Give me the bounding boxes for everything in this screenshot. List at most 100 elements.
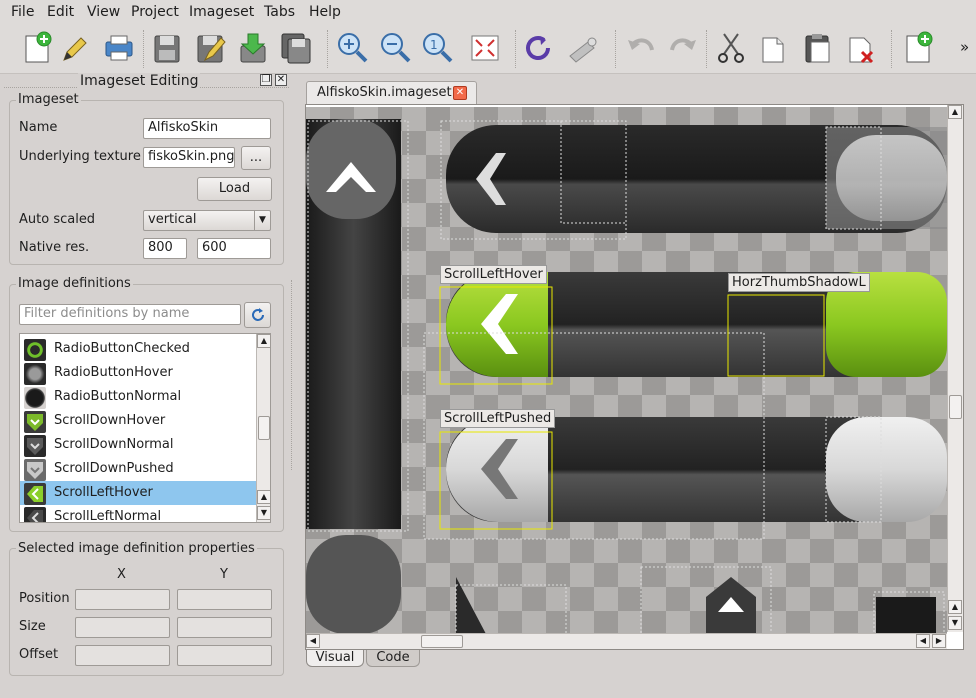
imageset-canvas[interactable]: ScrollLeftHover HorzThumbShadowL ScrollL…: [306, 107, 947, 634]
save-all-icon[interactable]: [279, 30, 313, 66]
label-horz-thumb: HorzThumbShadowL: [728, 273, 870, 292]
scroll-up-icon[interactable]: ▲: [257, 490, 270, 504]
delete-icon[interactable]: [844, 30, 878, 66]
list-item[interactable]: ScrollLeftNormal: [20, 505, 256, 522]
definitions-group-title: Image definitions: [16, 276, 133, 291]
tab-visual[interactable]: Visual: [306, 650, 364, 667]
tab-close-icon[interactable]: ✕: [453, 86, 467, 100]
scroll-left-icon[interactable]: ◀: [306, 634, 320, 648]
scroll-down-normal-icon: [24, 435, 46, 457]
dock-splitter[interactable]: [291, 280, 293, 470]
menu-view[interactable]: View: [87, 4, 120, 20]
menu-edit[interactable]: Edit: [47, 4, 74, 20]
menu-tabs[interactable]: Tabs: [264, 4, 295, 20]
filter-input[interactable]: Filter definitions by name: [19, 304, 241, 325]
col-y-header: Y: [220, 567, 228, 582]
canvas-hscroll-thumb[interactable]: [421, 635, 463, 648]
scroll-up-icon[interactable]: ▲: [257, 334, 270, 348]
offset-x-field[interactable]: [75, 645, 170, 666]
autoscaled-value: vertical: [148, 212, 197, 227]
offset-label: Offset: [19, 647, 59, 662]
zoom-out-icon[interactable]: [378, 30, 412, 66]
offset-y-field[interactable]: [177, 645, 272, 666]
list-item[interactable]: ScrollDownNormal: [20, 433, 256, 457]
texture-field[interactable]: fiskoSkin.png: [143, 147, 235, 168]
list-scrollbar[interactable]: ▲ ▲ ▼: [256, 334, 270, 522]
list-scroll-thumb[interactable]: [258, 416, 270, 440]
list-item[interactable]: RadioButtonChecked: [20, 337, 256, 361]
refresh-icon[interactable]: [522, 30, 556, 66]
dock-close-icon[interactable]: ✕: [275, 74, 287, 86]
autoscaled-select[interactable]: vertical ▼: [143, 210, 271, 231]
native-res-label: Native res.: [19, 240, 90, 255]
definitions-list[interactable]: RadioButtonChecked RadioButtonHover Radi…: [19, 333, 271, 523]
dock-title: Imageset Editing: [78, 73, 201, 89]
menu-help[interactable]: Help: [309, 4, 341, 20]
list-item[interactable]: ScrollDownHover: [20, 409, 256, 433]
load-button[interactable]: Load: [197, 177, 272, 201]
edit-pencil-icon[interactable]: [56, 30, 90, 66]
toolbar-overflow-icon[interactable]: »: [960, 38, 969, 56]
toolbar-separator: [706, 30, 708, 68]
import-icon[interactable]: [236, 30, 270, 66]
scroll-down-icon[interactable]: ▼: [257, 506, 270, 520]
toolbar-separator: [143, 30, 145, 68]
scroll-down-pushed-icon: [24, 459, 46, 481]
canvas-vscroll-thumb[interactable]: [949, 395, 962, 419]
list-item-selected[interactable]: ScrollLeftHover: [20, 481, 256, 505]
label-scroll-left-pushed: ScrollLeftPushed: [440, 409, 556, 428]
copy-icon[interactable]: [757, 30, 791, 66]
radio-hover-icon: [24, 363, 46, 385]
menu-bar: File Edit View Project Imageset Tabs Hel…: [0, 0, 976, 24]
size-x-field[interactable]: [75, 617, 170, 638]
scroll-up-icon[interactable]: ▲: [948, 105, 962, 119]
zoom-in-icon[interactable]: [335, 30, 369, 66]
position-y-field[interactable]: [177, 589, 272, 610]
tab-imageset[interactable]: AlfiskoSkin.imageset ✕: [306, 81, 477, 104]
tab-code[interactable]: Code: [366, 650, 420, 667]
scroll-right-icon[interactable]: ▶: [932, 634, 946, 648]
fit-icon[interactable]: [468, 30, 502, 66]
scroll-left-normal-icon: [24, 507, 46, 522]
size-label: Size: [19, 619, 46, 634]
browse-button[interactable]: ...: [241, 146, 271, 170]
size-y-field[interactable]: [177, 617, 272, 638]
canvas-hscrollbar[interactable]: ◀ ◀ ▶: [306, 633, 947, 649]
position-x-field[interactable]: [75, 589, 170, 610]
native-width-field[interactable]: 800: [143, 238, 187, 259]
scroll-up-icon[interactable]: ▲: [948, 600, 962, 614]
zoom-reset-icon[interactable]: 1: [420, 30, 454, 66]
paste-icon[interactable]: [801, 30, 835, 66]
list-item[interactable]: ScrollDownPushed: [20, 457, 256, 481]
new-item-icon[interactable]: [901, 30, 935, 66]
list-item[interactable]: RadioButtonHover: [20, 361, 256, 385]
list-item[interactable]: RadioButtonNormal: [20, 385, 256, 409]
dock-float-icon[interactable]: ❐: [260, 74, 272, 86]
scroll-down-icon[interactable]: ▼: [948, 616, 962, 630]
scroll-left-hover-icon: [24, 483, 46, 505]
menu-imageset[interactable]: Imageset: [189, 4, 254, 20]
toolbar-separator: [515, 30, 517, 68]
radio-normal-icon: [24, 387, 46, 409]
redo-icon[interactable]: [666, 30, 700, 66]
label-scroll-left-hover: ScrollLeftHover: [440, 265, 547, 284]
scroll-down-hover-icon: [24, 411, 46, 433]
name-label: Name: [19, 120, 58, 135]
name-field[interactable]: AlfiskoSkin: [143, 118, 271, 139]
print-icon[interactable]: [102, 30, 136, 66]
menu-file[interactable]: File: [11, 4, 34, 20]
texture-label: Underlying texture: [19, 149, 141, 164]
svg-text:1: 1: [430, 38, 438, 52]
filter-refresh-button[interactable]: [244, 302, 271, 328]
new-file-icon[interactable]: [20, 30, 54, 66]
native-height-field[interactable]: 600: [197, 238, 271, 259]
save-icon[interactable]: [150, 30, 184, 66]
undo-icon[interactable]: [624, 30, 658, 66]
scroll-left-icon[interactable]: ◀: [916, 634, 930, 648]
cut-icon[interactable]: [714, 30, 748, 66]
save-as-icon[interactable]: [193, 30, 227, 66]
toolbar-separator: [615, 30, 617, 68]
menu-project[interactable]: Project: [131, 4, 179, 20]
canvas-vscrollbar[interactable]: ▲ ▲ ▼: [947, 105, 963, 632]
settings-icon[interactable]: [566, 30, 600, 66]
